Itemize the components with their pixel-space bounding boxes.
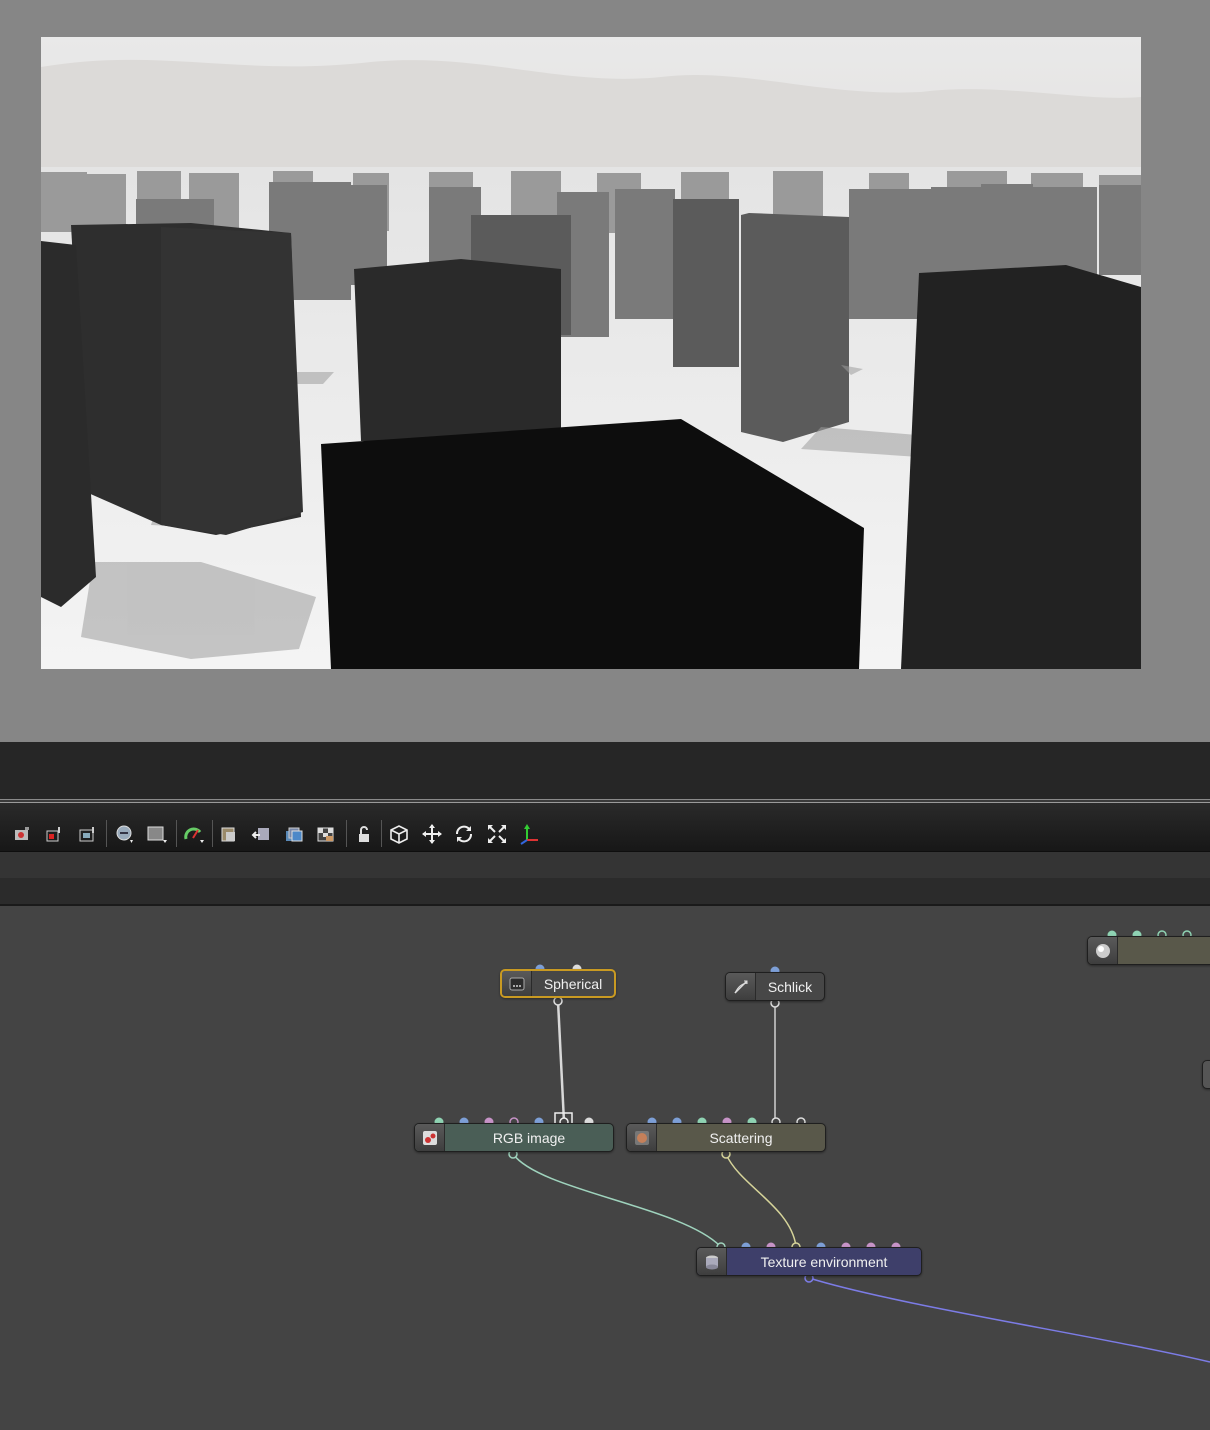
node-label: RGB image xyxy=(492,1129,566,1146)
cube-view-icon[interactable] xyxy=(388,823,410,845)
render-viewport-area xyxy=(0,0,1210,742)
projection-icon xyxy=(502,971,532,996)
node-texture-environment[interactable]: Texture environment xyxy=(696,1247,922,1276)
rotate-icon[interactable] xyxy=(453,823,475,845)
node-label: Texture environment xyxy=(760,1253,888,1270)
copy-to-clipboard-icon[interactable] xyxy=(218,823,240,845)
export-passes-icon[interactable] xyxy=(283,823,305,845)
background-toggle-icon[interactable] xyxy=(146,823,168,845)
phase-function-icon xyxy=(726,973,756,1000)
node-label: Schlick xyxy=(767,978,813,995)
pin xyxy=(553,996,563,1006)
toolbar-separator xyxy=(381,820,382,847)
wire-texture-environment-output xyxy=(808,1277,1210,1363)
wire-scattering-to-texture-environment xyxy=(725,1153,797,1247)
node-graph-editor[interactable]: Spherical Schlick RGB image Scattering T… xyxy=(0,906,1210,1430)
node-partial-offscreen[interactable] xyxy=(1202,1060,1210,1089)
render-toolbar xyxy=(0,803,1210,852)
wire-rgb-image-to-texture-environment xyxy=(512,1153,721,1247)
panel-header-bar xyxy=(0,742,1210,799)
picker-tool-icon[interactable] xyxy=(114,823,136,845)
alpha-checker-icon[interactable] xyxy=(315,823,337,845)
graph-toolbar-strip xyxy=(0,852,1210,878)
axis-gizmo-icon[interactable] xyxy=(518,823,540,845)
material-ball-icon xyxy=(1088,937,1118,964)
render-region-icon[interactable] xyxy=(76,823,98,845)
toolbar-separator xyxy=(346,820,347,847)
film-region-icon[interactable] xyxy=(43,823,65,845)
image-texture-icon xyxy=(415,1124,445,1151)
toolbar-separator xyxy=(106,820,107,847)
toolbar-separator xyxy=(212,820,213,847)
save-render-icon[interactable] xyxy=(250,823,272,845)
rendered-scene xyxy=(41,37,1141,669)
medium-icon xyxy=(627,1124,657,1151)
node-label: Spherical xyxy=(543,975,603,992)
render-image[interactable] xyxy=(41,37,1141,669)
wire-spherical-to-rgb-image xyxy=(556,1000,566,1123)
node-rgb-image[interactable]: RGB image xyxy=(414,1123,614,1152)
camera-view-icon[interactable] xyxy=(11,823,33,845)
move-icon[interactable] xyxy=(421,823,443,845)
environment-icon xyxy=(697,1248,727,1275)
node-label: Scattering xyxy=(709,1129,773,1146)
render-priority-icon[interactable] xyxy=(183,823,205,845)
toolbar-separator xyxy=(176,820,177,847)
node-schlick[interactable]: Schlick xyxy=(725,972,825,1001)
node-spherical[interactable]: Spherical xyxy=(500,969,616,998)
lock-icon[interactable] xyxy=(352,823,374,845)
node-material-partial[interactable] xyxy=(1087,936,1210,965)
graph-tab-strip xyxy=(0,878,1210,906)
fit-view-icon[interactable] xyxy=(486,823,508,845)
node-scattering[interactable]: Scattering xyxy=(626,1123,826,1152)
